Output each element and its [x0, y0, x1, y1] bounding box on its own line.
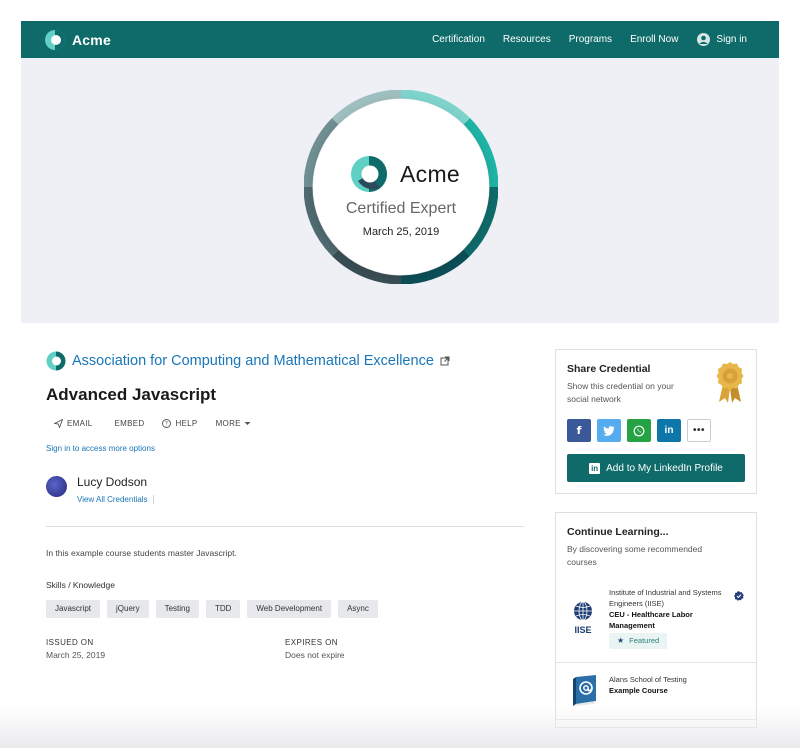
course-text: Institute of Industrial and Systems Engi…: [609, 587, 729, 631]
nav-link-certification[interactable]: Certification: [432, 34, 485, 45]
skill-tag[interactable]: Web Development: [247, 600, 332, 618]
expires-value: Does not expire: [285, 650, 345, 660]
nav-link-enroll-now[interactable]: Enroll Now: [630, 34, 678, 45]
skills-label: Skills / Knowledge: [46, 580, 115, 590]
issued-label: ISSUED ON: [46, 638, 94, 647]
send-icon: [54, 419, 63, 428]
nav-link-resources[interactable]: Resources: [503, 34, 551, 45]
nav-link-programs[interactable]: Programs: [569, 34, 612, 45]
course-name: CEU - Healthcare Labor Management: [609, 610, 693, 630]
book-icon: [573, 675, 596, 706]
help-icon: ?: [162, 419, 172, 428]
badge-date: March 25, 2019: [362, 226, 440, 238]
more-share-button[interactable]: •••: [687, 419, 711, 442]
signin-label: Sign in: [716, 34, 747, 45]
brand[interactable]: Acme: [44, 29, 111, 51]
whatsapp-icon: [633, 425, 645, 436]
acme-logo-icon: [45, 29, 65, 50]
user-icon: [697, 33, 711, 46]
issued-on: ISSUED ON March 25, 2019: [46, 638, 105, 660]
medal-icon: [716, 362, 744, 403]
whatsapp-share-button[interactable]: [627, 419, 651, 442]
linkedin-share-button[interactable]: in: [657, 419, 681, 442]
badge-logo: Acme: [350, 155, 460, 193]
skills-list: Javascript jQuery Testing TDD Web Develo…: [46, 600, 385, 618]
add-to-linkedin-button[interactable]: in Add to My LinkedIn Profile: [567, 454, 745, 482]
continue-learning-card: Continue Learning... By discovering some…: [555, 512, 757, 728]
help-button[interactable]: ? HELP: [162, 419, 197, 428]
expires-on: EXPIRES ON Does not expire: [285, 638, 345, 660]
share-subtitle: Show this credential on your social netw…: [567, 381, 674, 404]
twitter-icon: [603, 425, 615, 436]
more-dropdown[interactable]: MORE: [216, 419, 251, 428]
featured-badge: ★ Featured: [609, 633, 668, 649]
recipient-name: Lucy Dodson: [77, 475, 148, 489]
brand-name: Acme: [72, 31, 111, 48]
expires-label: EXPIRES ON: [285, 638, 338, 647]
embed-label: EMBED: [114, 419, 145, 428]
iise-logo-text: IISE: [574, 625, 591, 635]
view-all-credentials-link[interactable]: View All Credentials: [77, 495, 154, 504]
course-text: Alans School of Testing Example Course: [609, 674, 729, 696]
course-org: Alans School of Testing: [609, 675, 687, 684]
svg-text:?: ?: [165, 421, 169, 428]
embed-button[interactable]: EMBED: [111, 419, 145, 428]
social-share-buttons: f in •••: [567, 419, 717, 442]
caret-down-icon: [244, 422, 251, 425]
nav-links: Certification Resources Programs Enroll …: [414, 33, 747, 46]
twitter-share-button[interactable]: [597, 419, 621, 442]
skill-tag[interactable]: jQuery: [107, 600, 149, 618]
issued-value: March 25, 2019: [46, 650, 106, 660]
credential-description: In this example course students master J…: [46, 548, 237, 558]
badge-face: Acme Certified Expert March 25, 2019: [313, 99, 489, 275]
signin-more-link[interactable]: Sign in to access more options: [46, 444, 155, 453]
course-item[interactable]: Alans School of Testing Example Course: [556, 663, 756, 720]
course-name: Example Course: [609, 686, 668, 695]
skill-tag[interactable]: TDD: [205, 600, 241, 618]
share-title: Share Credential: [567, 363, 651, 375]
verified-check-icon: [734, 591, 744, 601]
help-label: HELP: [175, 419, 198, 428]
signin-button[interactable]: Sign in: [697, 33, 747, 46]
course-item[interactable]: IISE Institute of Industrial and Systems…: [556, 583, 756, 663]
acme-logo-icon: [351, 156, 387, 192]
avatar[interactable]: [46, 476, 67, 497]
course-org: Institute of Industrial and Systems Engi…: [609, 588, 722, 608]
divider: [46, 526, 524, 527]
skill-tag[interactable]: Testing: [155, 600, 199, 618]
credential-title: Advanced Javascript: [46, 385, 217, 404]
facebook-share-button[interactable]: f: [567, 419, 591, 442]
linkedin-icon: in: [664, 425, 674, 436]
learn-subtitle: By discovering some recommended courses: [567, 544, 703, 567]
issuer-logo-icon: [46, 351, 66, 371]
add-to-linkedin-label: Add to My LinkedIn Profile: [606, 462, 723, 474]
skill-tag[interactable]: Javascript: [46, 600, 101, 618]
more-label: MORE: [215, 419, 241, 428]
ellipsis-icon: •••: [692, 425, 705, 436]
top-nav: Acme Certification Resources Programs En…: [21, 21, 779, 58]
email-button[interactable]: EMAIL: [54, 419, 93, 428]
issuer-link[interactable]: Association for Computing and Mathematic…: [72, 353, 434, 369]
external-link-icon[interactable]: [440, 356, 450, 366]
badge-title: Certified Expert: [345, 200, 457, 217]
skill-tag[interactable]: Async: [338, 600, 378, 618]
recipient: Lucy Dodson View All Credentials: [46, 475, 154, 507]
email-label: EMAIL: [67, 419, 93, 428]
featured-label: Featured: [629, 636, 660, 645]
linkedin-icon: in: [589, 462, 601, 474]
issuer: Association for Computing and Mathematic…: [46, 351, 450, 371]
learn-title: Continue Learning...: [567, 526, 669, 538]
credential-actions: EMAIL EMBED ? HELP MORE: [54, 419, 269, 428]
credential-badge: Acme Certified Expert March 25, 2019: [304, 90, 498, 284]
recipient-info: Lucy Dodson View All Credentials: [77, 475, 154, 507]
facebook-icon: f: [576, 424, 582, 437]
iise-logo: IISE: [574, 601, 592, 635]
star-icon: ★: [617, 636, 625, 645]
share-credential-card: Share Credential Show this credential on…: [555, 349, 757, 494]
hero-banner: Acme Certified Expert March 25, 2019: [21, 58, 779, 323]
badge-brand: Acme: [400, 160, 460, 187]
